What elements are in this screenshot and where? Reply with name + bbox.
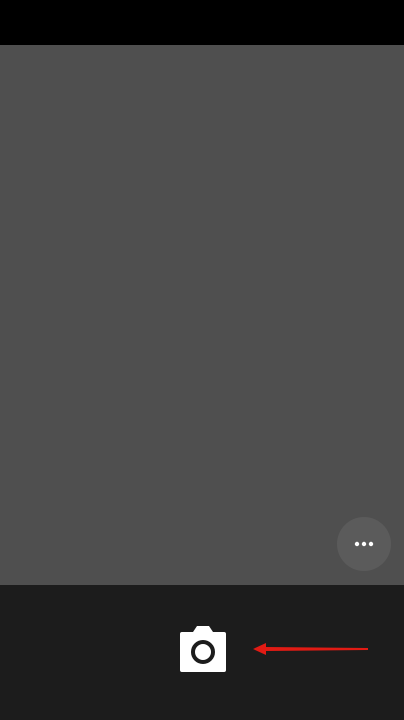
more-options-button[interactable] (337, 517, 391, 571)
camera-screen (0, 0, 404, 720)
camera-icon (180, 626, 226, 672)
status-bar (0, 0, 404, 45)
shutter-button[interactable] (176, 626, 230, 674)
more-horizontal-icon (354, 541, 374, 547)
camera-viewfinder[interactable] (0, 45, 404, 585)
